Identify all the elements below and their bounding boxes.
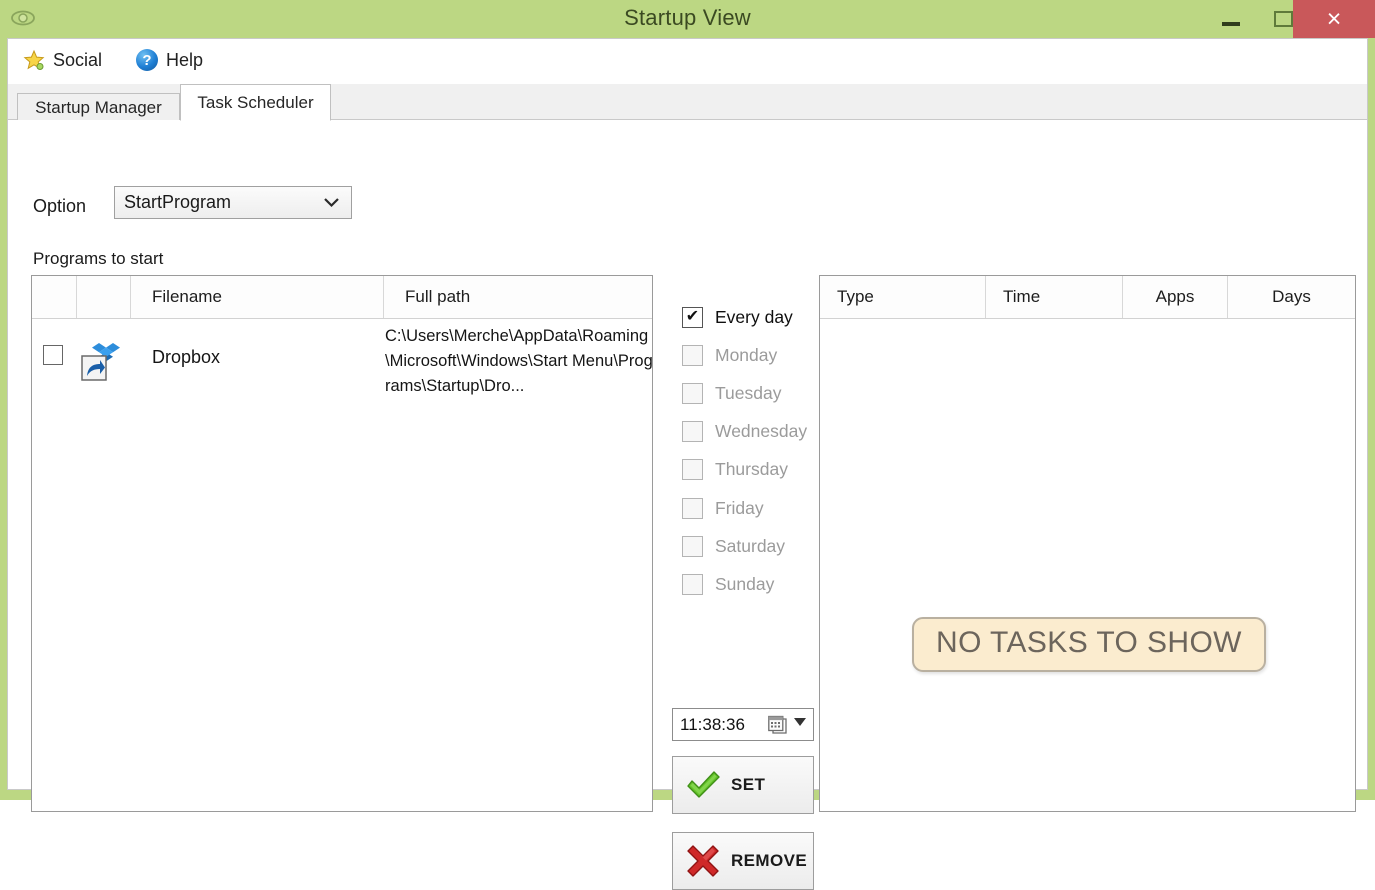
day-checkbox-friday[interactable]: Friday xyxy=(682,489,832,527)
tab-startup-manager-label: Startup Manager xyxy=(35,97,162,117)
day-label: Every day xyxy=(715,306,793,327)
column-header-filename[interactable]: Filename xyxy=(131,276,384,318)
programs-list-header: Filename Full path xyxy=(32,276,652,319)
chevron-down-icon xyxy=(323,193,340,213)
table-row[interactable]: Dropbox C:\Users\Merche\AppData\Roaming\… xyxy=(32,319,652,411)
day-label: Monday xyxy=(715,344,778,365)
checkbox-icon xyxy=(682,459,703,481)
menu-item-social-label: Social xyxy=(53,49,103,70)
help-icon: ? xyxy=(136,49,158,71)
row-filename: Dropbox xyxy=(152,347,221,367)
red-x-icon xyxy=(683,841,723,881)
column-header-fullpath[interactable]: Full path xyxy=(384,276,652,318)
day-label: Sunday xyxy=(715,573,775,594)
day-checkbox-thursday[interactable]: Thursday xyxy=(682,451,832,489)
checkbox-icon xyxy=(682,573,703,595)
day-checkbox-monday[interactable]: Monday xyxy=(682,336,832,374)
menu-item-social[interactable]: Social xyxy=(23,49,102,71)
option-select[interactable]: StartProgram xyxy=(114,186,352,219)
option-label: Option xyxy=(33,196,87,216)
maximize-icon xyxy=(1273,11,1293,27)
chevron-down-icon[interactable] xyxy=(794,718,806,726)
checkbox-icon xyxy=(682,382,703,404)
column-header-checkbox[interactable] xyxy=(32,276,77,318)
day-checkbox-tuesday[interactable]: Tuesday xyxy=(682,374,832,412)
day-checkbox-every-day[interactable]: Every day xyxy=(682,298,832,336)
day-label: Saturday xyxy=(715,535,786,556)
day-checkbox-wednesday[interactable]: Wednesday xyxy=(682,413,832,451)
minimize-button[interactable] xyxy=(1205,0,1257,38)
green-check-icon xyxy=(683,765,723,805)
checkbox-icon xyxy=(682,535,703,557)
option-select-value: StartProgram xyxy=(124,192,232,212)
dropbox-icon xyxy=(79,339,123,383)
application-window: Startup View × Social ? Help Startup Man… xyxy=(0,0,1375,890)
menu-bar: Social ? Help xyxy=(8,39,1367,84)
day-label: Thursday xyxy=(715,459,788,480)
column-header-time[interactable]: Time xyxy=(986,276,1123,318)
set-button-label: SET xyxy=(731,775,766,794)
tab-task-scheduler-label: Task Scheduler xyxy=(197,92,314,112)
column-header-apps[interactable]: Apps xyxy=(1123,276,1228,318)
remove-button-label: REMOVE xyxy=(731,851,808,870)
row-fullpath: C:\Users\Merche\AppData\Roaming\Microsof… xyxy=(385,327,653,395)
calendar-icon[interactable] xyxy=(768,715,787,734)
column-header-days[interactable]: Days xyxy=(1228,276,1355,318)
tasks-list[interactable]: Type Time Apps Days NO TASKS TO SHOW xyxy=(819,275,1356,812)
checkbox-icon xyxy=(682,497,703,519)
close-button[interactable]: × xyxy=(1293,0,1375,38)
column-header-icon[interactable] xyxy=(77,276,131,318)
window-title: Startup View xyxy=(624,5,751,30)
column-header-type[interactable]: Type xyxy=(820,276,986,318)
title-bar: Startup View × xyxy=(0,0,1375,38)
set-button[interactable]: SET xyxy=(672,756,814,814)
menu-item-help[interactable]: ? Help xyxy=(136,49,203,71)
time-value: 11:38:36 xyxy=(680,714,745,734)
row-checkbox[interactable] xyxy=(43,345,63,365)
day-checkbox-saturday[interactable]: Saturday xyxy=(682,527,832,565)
days-checkbox-group: Every day Monday Tuesday Wednesday Thurs… xyxy=(682,298,832,604)
minimize-icon xyxy=(1222,21,1240,26)
star-icon xyxy=(23,49,45,71)
day-checkbox-sunday[interactable]: Sunday xyxy=(682,565,832,603)
checkbox-icon xyxy=(682,421,703,443)
programs-list[interactable]: Filename Full path Dropbox C:\Users\Merc… xyxy=(31,275,653,812)
time-input[interactable]: 11:38:36 xyxy=(672,708,814,741)
checkbox-icon xyxy=(682,344,703,366)
tab-startup-manager[interactable]: Startup Manager xyxy=(17,93,180,121)
task-scheduler-panel: Option StartProgram Programs to start Fi… xyxy=(8,120,1367,890)
day-label: Wednesday xyxy=(715,421,808,442)
close-icon: × xyxy=(1326,4,1342,33)
remove-button[interactable]: REMOVE xyxy=(672,832,814,890)
client-area: Social ? Help Startup Manager Task Sched… xyxy=(7,38,1368,890)
checkbox-icon xyxy=(682,306,703,328)
no-tasks-message: NO TASKS TO SHOW xyxy=(912,617,1266,672)
tab-task-scheduler[interactable]: Task Scheduler xyxy=(180,84,331,121)
programs-to-start-label: Programs to start xyxy=(33,249,164,268)
tab-strip: Startup Manager Task Scheduler xyxy=(8,84,1367,121)
menu-item-help-label: Help xyxy=(166,49,204,70)
day-label: Tuesday xyxy=(715,382,782,403)
day-label: Friday xyxy=(715,497,764,518)
tasks-list-header: Type Time Apps Days xyxy=(820,276,1355,319)
